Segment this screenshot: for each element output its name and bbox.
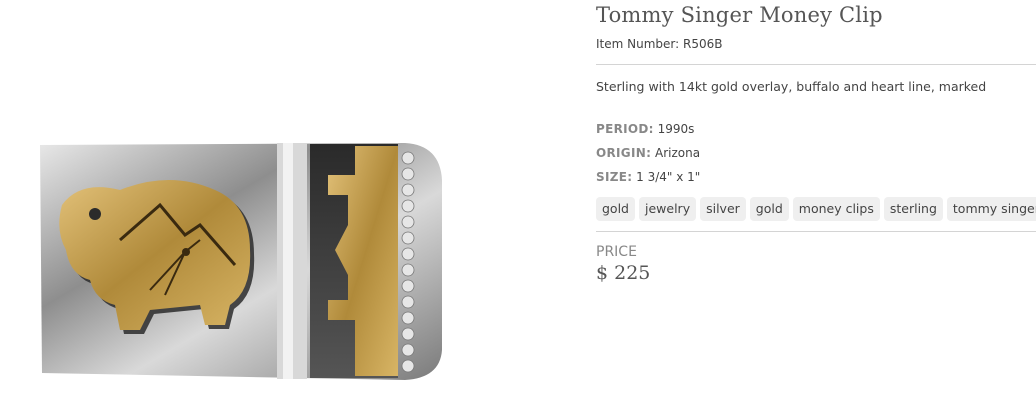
tag-sterling[interactable]: sterling <box>883 197 943 221</box>
price-label: PRICE <box>596 244 637 260</box>
money-clip-image <box>40 143 442 380</box>
item-number: Item Number: R506B <box>596 37 723 51</box>
tag-gold[interactable]: gold <box>596 197 635 221</box>
spec-period-value: 1990s <box>653 122 695 136</box>
spec-period: PERIOD: 1990s <box>596 122 694 136</box>
price-value: $ 225 <box>596 262 651 284</box>
spec-period-label: PERIOD: <box>596 122 654 136</box>
tag-list: gold jewelry silver gold money clips ste… <box>596 197 1036 221</box>
divider <box>596 231 1036 232</box>
product-image[interactable] <box>0 0 560 409</box>
spec-origin-label: ORIGIN: <box>596 146 652 160</box>
spec-origin-value: Arizona <box>651 146 701 160</box>
spec-origin: ORIGIN: Arizona <box>596 146 700 160</box>
spec-size-value: 1 3/4" x 1" <box>632 170 701 184</box>
tag-silver[interactable]: silver <box>700 197 746 221</box>
spec-size-label: SIZE: <box>596 170 633 184</box>
divider <box>596 64 1036 65</box>
tag-money-clips[interactable]: money clips <box>792 197 880 221</box>
product-description: Sterling with 14kt gold overlay, buffalo… <box>596 79 987 94</box>
tag-jewelry[interactable]: jewelry <box>639 197 697 221</box>
spec-size: SIZE: 1 3/4" x 1" <box>596 170 700 184</box>
product-title: Tommy Singer Money Clip <box>596 3 883 27</box>
tag-tommy-singer[interactable]: tommy singer <box>946 197 1036 221</box>
tag-gold-2[interactable]: gold <box>749 197 789 221</box>
